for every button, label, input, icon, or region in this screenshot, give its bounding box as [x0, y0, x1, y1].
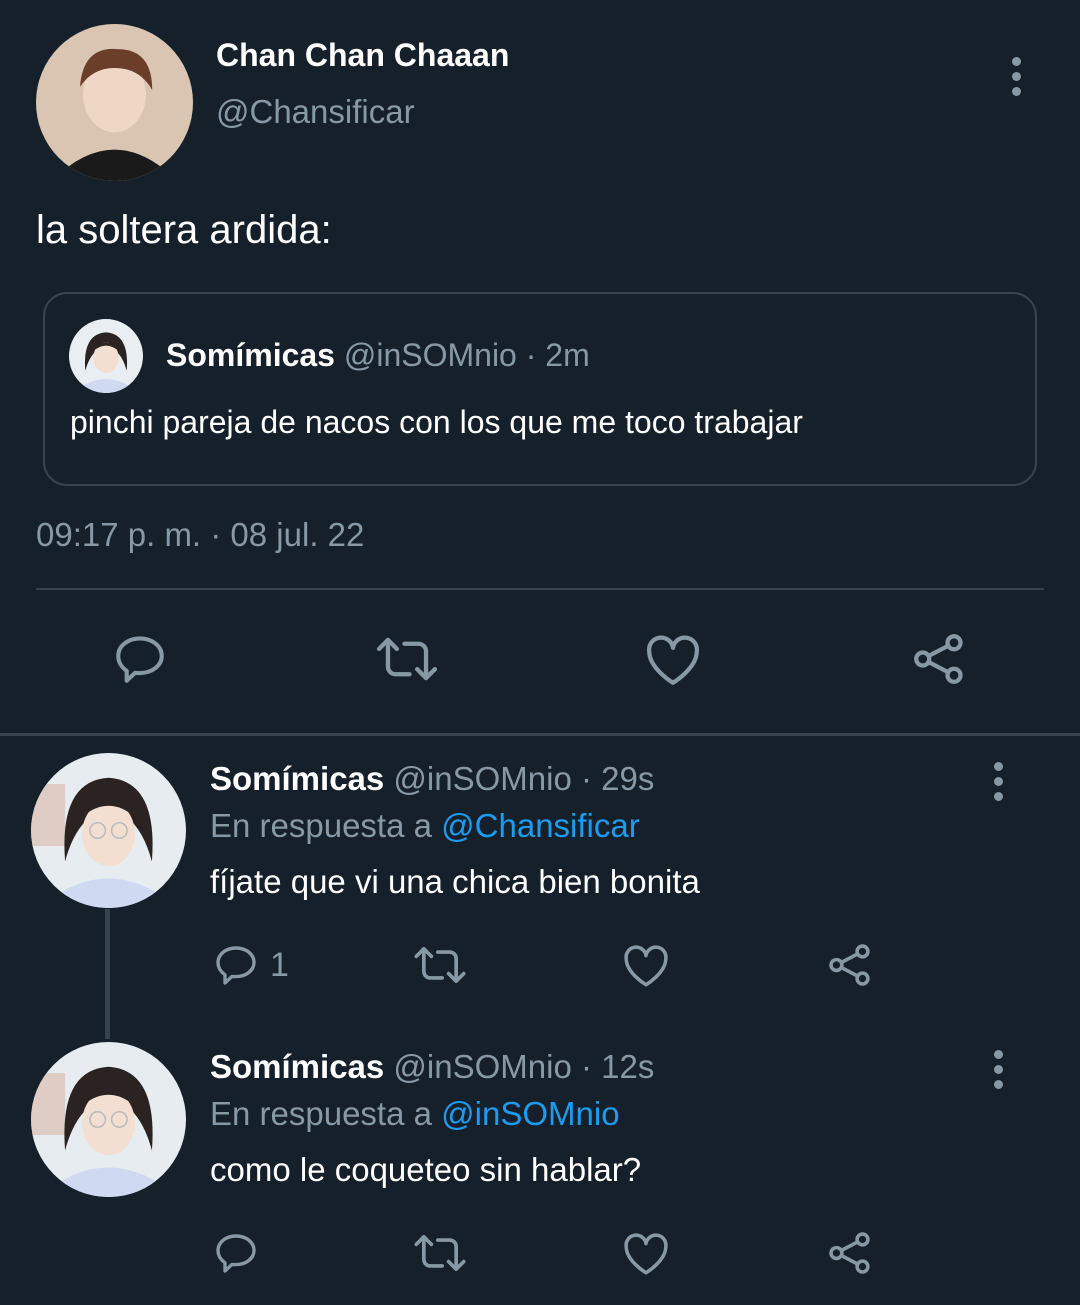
share-icon — [914, 634, 963, 684]
reply-context-label: En respuesta a — [210, 807, 432, 844]
quoted-time: · 2m — [525, 337, 590, 373]
reply-count: 1 — [270, 945, 289, 984]
share-button[interactable] — [904, 624, 974, 694]
reply-reply-button[interactable]: 1 — [212, 940, 289, 990]
reply-context-label: En respuesta a — [210, 1095, 432, 1132]
tweet-text: la soltera ardida: — [36, 208, 332, 252]
author-avatar[interactable] — [36, 24, 193, 181]
reply-time: · 12s — [580, 1048, 655, 1085]
reply-like-button[interactable] — [620, 940, 672, 990]
like-icon — [624, 945, 668, 987]
reply-to-link[interactable]: @inSOMnio — [441, 1095, 619, 1132]
reply-text: fíjate que vi una chica bien bonita — [210, 863, 700, 900]
reply-time: · 29s — [580, 760, 655, 797]
reply-author-name[interactable]: Somímicas — [210, 1048, 384, 1085]
quoted-author-avatar — [69, 319, 143, 393]
reply-to-link[interactable]: @Chansificar — [441, 807, 640, 844]
thread-line — [105, 909, 110, 1039]
reply-icon — [116, 636, 164, 683]
like-icon — [624, 1233, 668, 1275]
like-icon — [647, 635, 699, 685]
reply-share-button[interactable] — [824, 1228, 876, 1278]
reply-reply-button[interactable] — [212, 1228, 260, 1278]
reply-retweet-button[interactable] — [412, 1228, 468, 1278]
quoted-tweet-card[interactable]: Somímicas @inSOMnio · 2m pinchi pareja d… — [43, 292, 1037, 486]
reply-avatar[interactable] — [31, 753, 186, 908]
reply-author-handle[interactable]: @inSOMnio — [393, 1048, 571, 1085]
like-button[interactable] — [638, 624, 708, 694]
more-options-icon[interactable] — [1012, 57, 1021, 96]
reply-avatar[interactable] — [31, 1042, 186, 1197]
tweet-timestamp[interactable]: 09:17 p. m. · 08 jul. 22 — [36, 515, 364, 555]
share-icon — [829, 944, 870, 986]
quoted-author-handle: @inSOMnio — [343, 337, 517, 373]
author-name[interactable]: Chan Chan Chaaan — [216, 36, 509, 74]
reply-author-name[interactable]: Somímicas — [210, 760, 384, 797]
reply-author-handle[interactable]: @inSOMnio — [393, 760, 571, 797]
reply-retweet-button[interactable] — [412, 940, 468, 990]
quoted-tweet-text: pinchi pareja de nacos con los que me to… — [70, 404, 803, 440]
reply-icon — [216, 946, 256, 985]
retweet-icon — [376, 637, 438, 681]
section-divider — [0, 733, 1080, 736]
share-icon — [829, 1232, 870, 1274]
retweet-button[interactable] — [370, 624, 444, 694]
reply-icon — [216, 1234, 256, 1273]
divider — [36, 588, 1044, 590]
retweet-icon — [414, 1235, 466, 1271]
reply-share-button[interactable] — [824, 940, 876, 990]
reply-text: como le coqueteo sin hablar? — [210, 1151, 642, 1188]
retweet-icon — [414, 947, 466, 983]
reply-more-options-icon[interactable] — [994, 1050, 1003, 1089]
reply-like-button[interactable] — [620, 1228, 672, 1278]
reply-more-options-icon[interactable] — [994, 762, 1003, 801]
quoted-author-name: Somímicas — [166, 337, 335, 373]
author-handle[interactable]: @Chansificar — [216, 92, 415, 132]
reply-button[interactable] — [105, 624, 175, 694]
